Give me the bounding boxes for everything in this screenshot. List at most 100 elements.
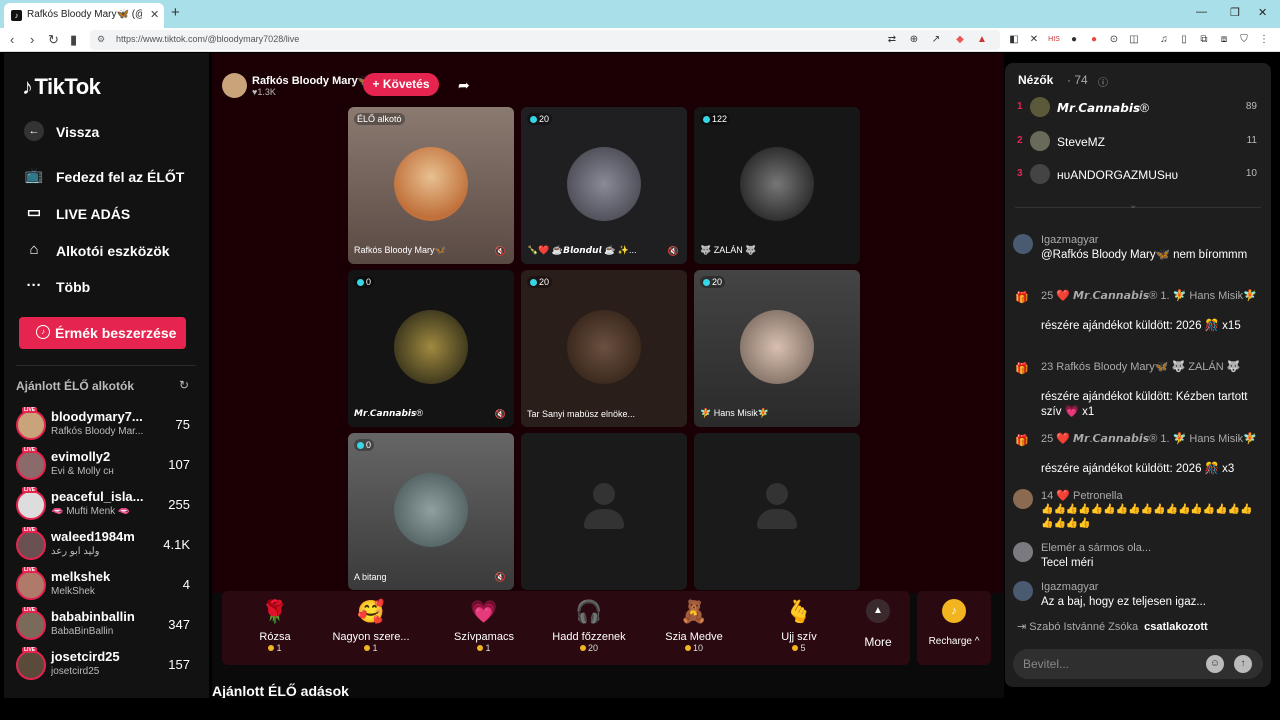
- close-tab-icon[interactable]: ✕: [150, 8, 159, 21]
- extension-icon[interactable]: ●: [1068, 34, 1080, 46]
- recommended-creator[interactable]: LIVE waleed1984m وليد ابو رعد 4.1K: [16, 527, 196, 563]
- site-settings-icon[interactable]: ⚙: [97, 34, 105, 45]
- chat-username[interactable]: 23 Rafkós Bloody Mary🦋 🐺 ZALÁN 🐺: [1041, 360, 1240, 373]
- more-gifts-button[interactable]: ▲ More: [853, 599, 903, 659]
- empty-seat-tile[interactable]: [521, 433, 687, 590]
- extension-icon[interactable]: ◫: [1128, 34, 1140, 46]
- send-icon[interactable]: ↑: [1234, 655, 1252, 673]
- forward-icon[interactable]: ›: [30, 32, 34, 47]
- recommended-creator[interactable]: LIVE bababinballin BabaBinBallin 347: [16, 607, 196, 643]
- host-name[interactable]: Rafkós Bloody Mary🦋: [252, 74, 371, 87]
- chat-input[interactable]: [1023, 656, 1193, 672]
- viewer-badge: 0: [354, 439, 375, 451]
- extension-icon[interactable]: ⊙: [1108, 34, 1120, 46]
- top-viewer[interactable]: 2 SteveMZ 11: [1017, 131, 1257, 153]
- viewer-name: 𝙈𝙧.𝘾𝙖𝙣𝙣𝙖𝙗𝙞𝙨®: [1057, 101, 1149, 115]
- gift-hi-bear[interactable]: 🧸 Szia Medve 10: [649, 597, 739, 661]
- avatar[interactable]: [1013, 542, 1033, 562]
- empty-seat-tile[interactable]: [694, 433, 860, 590]
- avatar[interactable]: [1013, 581, 1033, 601]
- avatar: [16, 650, 46, 680]
- recommended-creator[interactable]: LIVE evimolly2 Évi & Molly ᴄʜ 107: [16, 447, 196, 483]
- translate-icon[interactable]: ⇄: [886, 34, 898, 46]
- diamond-icon: [357, 442, 364, 449]
- chevron-up-icon: ▲: [866, 599, 890, 623]
- guest-tile[interactable]: 122 🐺 ZALÁN 🐺: [694, 107, 860, 264]
- browser-tab[interactable]: ♪ Rafkós Bloody Mary🦋 (@blo ✕: [4, 3, 164, 28]
- gift-love-you[interactable]: 🥰 Nagyon szere... 1: [326, 597, 416, 661]
- recommended-creator[interactable]: LIVE peaceful_isla... 🫦 Mufti Menk 🫦 255: [16, 487, 196, 523]
- tile-count: 0: [366, 440, 372, 450]
- gift-finger-heart[interactable]: 🫰 Ujj szív 5: [754, 597, 844, 661]
- recommended-creator[interactable]: LIVE josetcird25 josetcird25 157: [16, 647, 196, 683]
- guest-tile[interactable]: 20 🍾❤️ ☕𝘽𝙡𝙤𝙣𝙙𝙪𝙡 ☕ ✨... 🔇: [521, 107, 687, 264]
- gift-price: 1: [326, 643, 416, 653]
- chat-username[interactable]: 25 ❤️ 𝙈𝙧.𝘾𝙖𝙣𝙣𝙖𝙗𝙞𝙨® 1. 🧚 Hans Misik🧚: [1041, 432, 1257, 445]
- chat-username[interactable]: Elemér a sármos ola...: [1041, 542, 1151, 554]
- menu-dots-icon[interactable]: ⋮: [1258, 34, 1270, 46]
- extension-icon[interactable]: ◧: [1008, 34, 1020, 46]
- guest-tile[interactable]: 20 🧚 Hans Misik🧚: [694, 270, 860, 427]
- viewer-badge: 20: [527, 113, 553, 125]
- guest-tile[interactable]: 20 Tar Sanyi mabüsz elnöke...: [521, 270, 687, 427]
- avatar[interactable]: [1013, 489, 1033, 509]
- reload-icon[interactable]: ↻: [48, 32, 59, 48]
- back-icon[interactable]: ‹: [10, 32, 14, 47]
- collections-icon[interactable]: ⧉: [1198, 34, 1210, 46]
- tile-count: 20: [539, 277, 550, 287]
- security-icon[interactable]: ⛉: [1238, 34, 1250, 46]
- puzzle-icon[interactable]: ⧈: [1218, 34, 1230, 46]
- sidebar-icon[interactable]: ▯: [1178, 34, 1190, 46]
- extension-icon[interactable]: HIS: [1048, 34, 1060, 46]
- recommended-creator[interactable]: LIVE melkshek MelkShek 4: [16, 567, 196, 603]
- recommended-creator[interactable]: LIVE bloodymary7... Rafkós Bloody Mar...…: [16, 407, 196, 443]
- media-icon[interactable]: ♫: [1158, 34, 1170, 46]
- top-viewer[interactable]: 1 𝙈𝙧.𝘾𝙖𝙣𝙣𝙖𝙗𝙞𝙨® 89: [1017, 97, 1257, 119]
- restore-icon[interactable]: ❐: [1230, 6, 1240, 19]
- refresh-icon[interactable]: ↻: [179, 378, 189, 392]
- gift-price: 5: [754, 643, 844, 653]
- get-coins-button[interactable]: ♪ Érmék beszerzése: [19, 317, 186, 349]
- bookmark-icon[interactable]: ▮: [70, 32, 77, 48]
- shield-icon[interactable]: ◆: [954, 34, 966, 46]
- guest-tile[interactable]: 0 A bitang 🔇: [348, 433, 514, 590]
- guest-tile[interactable]: ÉLŐ alkotó Rafkós Bloody Mary🦋 🔇: [348, 107, 514, 264]
- follow-button[interactable]: + Követés: [363, 73, 439, 96]
- guest-tile[interactable]: 0 𝙈𝙧.𝘾𝙖𝙣𝙣𝙖𝙗𝙞𝙨® 🔇: [348, 270, 514, 427]
- tile-count: 20: [539, 114, 550, 124]
- url-text[interactable]: https://www.tiktok.com/@bloodymary7028/l…: [116, 34, 299, 44]
- gift-let-them-cook[interactable]: 🎧 Hadd főzzenek 20: [544, 597, 634, 661]
- chat-username[interactable]: 25 ❤️ 𝙈𝙧.𝘾𝙖𝙣𝙣𝙖𝙗𝙞𝙨® 1. 🧚 Hans Misik🧚: [1041, 289, 1257, 302]
- tiktok-logo[interactable]: ♪TikTok: [22, 74, 101, 100]
- guest-name: A bitang: [354, 572, 387, 582]
- gift-heart-puff[interactable]: 💗 Szívpamacs 1: [439, 597, 529, 661]
- close-window-icon[interactable]: ✕: [1258, 6, 1267, 19]
- gift-name: Hadd főzzenek: [552, 631, 626, 643]
- creator-name: melkshek: [51, 569, 111, 584]
- zoom-icon[interactable]: ⊕: [908, 34, 920, 46]
- gift-name: Szia Medve: [665, 631, 723, 643]
- rewards-icon[interactable]: ▲: [976, 34, 988, 46]
- top-viewer[interactable]: 3 ʜᴜANDORGAZMUSʜᴜ 10: [1017, 164, 1257, 186]
- new-tab-button[interactable]: +: [171, 4, 180, 21]
- viewer-count: 157: [168, 657, 190, 672]
- chat-username[interactable]: 14 ❤️ Petronella: [1041, 489, 1123, 502]
- recharge-button[interactable]: ♪ Recharge ^: [917, 591, 991, 665]
- share-page-icon[interactable]: ↗: [930, 34, 942, 46]
- chat-username[interactable]: Igazmagyar: [1041, 581, 1098, 593]
- chevron-down-icon[interactable]: ⌄: [1129, 200, 1137, 211]
- host-avatar[interactable]: [222, 73, 247, 98]
- chat-username[interactable]: Igazmagyar: [1041, 234, 1098, 246]
- joined-user[interactable]: Szabó Istvánné Zsóka: [1029, 621, 1138, 633]
- info-icon[interactable]: ⓘ: [1098, 74, 1108, 89]
- share-icon[interactable]: ➦: [458, 77, 470, 94]
- viewer-score: 10: [1245, 168, 1257, 179]
- minimize-icon[interactable]: —: [1196, 6, 1207, 18]
- url-box[interactable]: ⚙ https://www.tiktok.com/@bloodymary7028…: [90, 30, 1000, 50]
- avatar[interactable]: [1013, 234, 1033, 254]
- gift-rose[interactable]: 🌹 Rózsa 1: [230, 597, 320, 661]
- extension-icon[interactable]: ●: [1088, 34, 1100, 46]
- extension-icon[interactable]: ✕: [1028, 34, 1040, 46]
- emoji-icon[interactable]: ☺: [1206, 655, 1224, 673]
- tv-icon: 📺: [24, 167, 44, 184]
